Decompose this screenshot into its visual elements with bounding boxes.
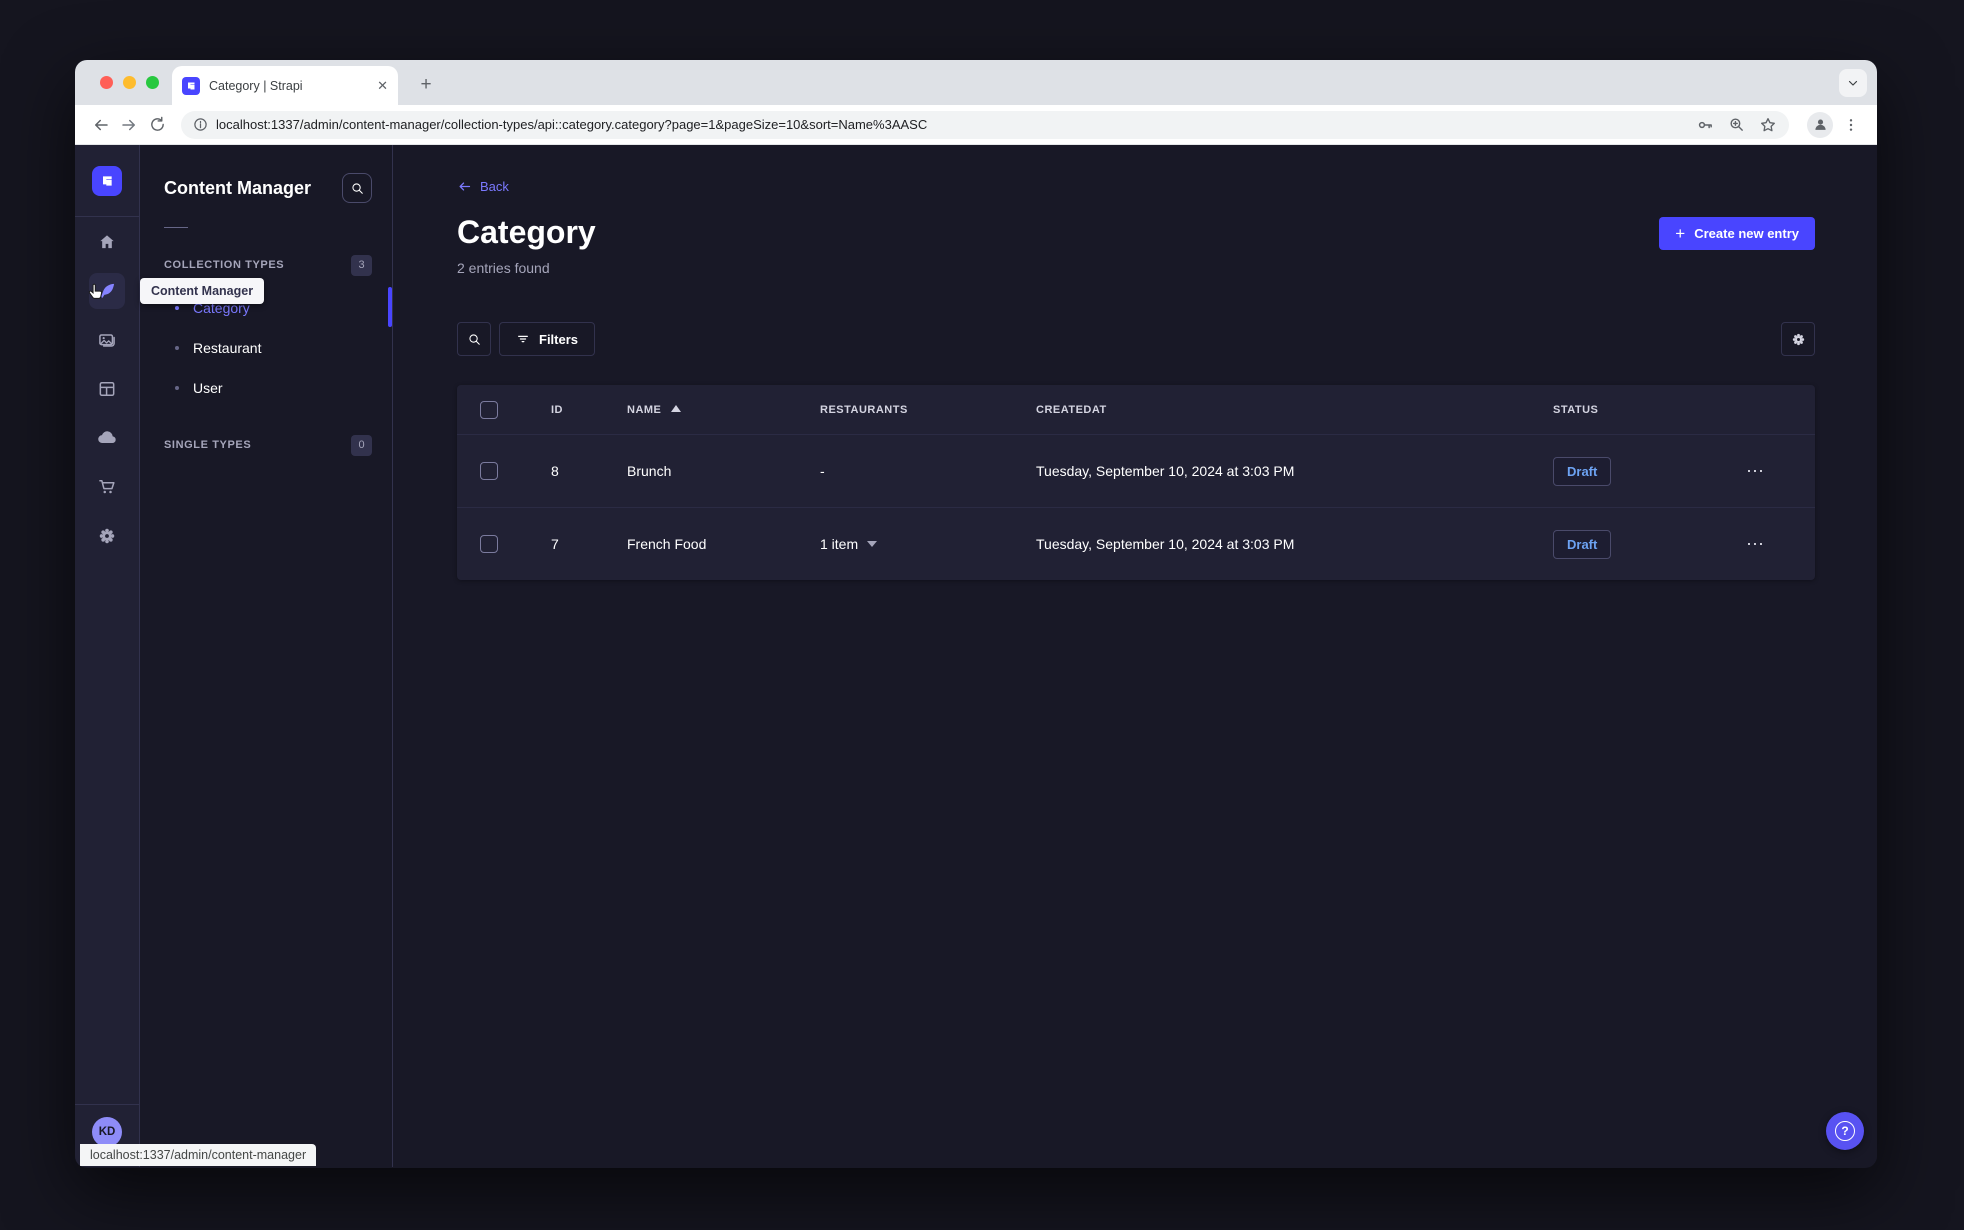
tab-search-chevron-button[interactable] (1839, 69, 1867, 97)
table-row[interactable]: 8 Brunch - Tuesday, September 10, 2024 a… (457, 434, 1815, 507)
subnav-item-user[interactable]: User (140, 368, 392, 408)
collection-types-label: COLLECTION TYPES (164, 259, 285, 271)
browser-toolbar: localhost:1337/admin/content-manager/col… (75, 105, 1877, 145)
collection-types-count-badge: 3 (351, 254, 372, 276)
browser-menu-icon[interactable] (1837, 111, 1865, 139)
cell-id: 7 (551, 536, 559, 553)
column-header-name[interactable]: NAME (609, 404, 802, 416)
bullet-icon (175, 386, 179, 390)
help-button[interactable]: ? (1826, 1112, 1864, 1150)
browser-tab[interactable]: Category | Strapi ✕ (172, 66, 398, 105)
home-icon[interactable] (89, 224, 125, 260)
subnav-item-label: Restaurant (193, 340, 262, 356)
create-new-entry-button[interactable]: + Create new entry (1659, 217, 1815, 250)
subnav-search-button[interactable] (342, 173, 372, 203)
subnav-item-restaurant[interactable]: Restaurant (140, 328, 392, 368)
maximize-button[interactable] (146, 76, 159, 89)
cell-restaurants: - (820, 463, 825, 480)
status-badge: Draft (1553, 456, 1612, 486)
single-types-label: SINGLE TYPES (164, 439, 252, 451)
content-manager-tooltip: Content Manager (140, 278, 265, 304)
logo-section (75, 145, 139, 217)
search-button[interactable] (457, 322, 491, 357)
password-key-icon[interactable] (1696, 116, 1714, 134)
row-actions-menu-icon[interactable]: ⋯ (1718, 534, 1815, 555)
cell-createdat: Tuesday, September 10, 2024 at 3:03 PM (1036, 463, 1295, 480)
row-checkbox[interactable] (480, 535, 498, 554)
new-tab-button[interactable]: + (413, 72, 439, 98)
back-button[interactable] (87, 111, 115, 139)
browser-profile-icon[interactable] (1807, 111, 1833, 138)
column-header-id[interactable]: ID (533, 404, 609, 416)
column-header-createdat[interactable]: CREATEDAT (1018, 404, 1535, 416)
content-type-builder-icon[interactable] (89, 371, 125, 407)
filter-icon (518, 335, 528, 343)
row-checkbox[interactable] (480, 462, 498, 481)
question-mark-icon: ? (1835, 1121, 1855, 1141)
subnav-title: Content Manager (164, 177, 312, 198)
page-title: Category (457, 214, 596, 250)
bullet-icon (175, 346, 179, 350)
bookmark-star-icon[interactable] (1759, 116, 1777, 134)
status-badge: Draft (1553, 529, 1612, 559)
divider (164, 227, 188, 228)
forward-button[interactable] (115, 111, 143, 139)
table-header-row: ID NAME RESTAURANTS CREATEDAT STATUS (457, 385, 1815, 434)
plus-icon: + (1675, 224, 1686, 243)
user-avatar[interactable]: KD (92, 1117, 122, 1147)
close-button[interactable] (100, 76, 113, 89)
media-library-icon[interactable] (89, 322, 125, 358)
tab-title: Category | Strapi (209, 78, 303, 93)
entries-count: 2 entries found (457, 260, 550, 277)
create-button-label: Create new entry (1694, 226, 1799, 241)
strapi-admin: KD Content Manager COLLECTION TYPES 3 Ca… (75, 145, 1877, 1167)
filters-button[interactable]: Filters (499, 322, 596, 357)
table-row[interactable]: 7 French Food 1 item Tuesday, September … (457, 507, 1815, 580)
view-settings-button[interactable] (1781, 322, 1815, 357)
minimize-button[interactable] (123, 76, 136, 89)
column-header-status[interactable]: STATUS (1535, 404, 1718, 416)
filters-label: Filters (539, 331, 579, 347)
main-content: Back Category 2 entries found + Create n… (393, 145, 1877, 1167)
sort-ascending-icon (671, 404, 682, 412)
entries-table: ID NAME RESTAURANTS CREATEDAT STATUS 8 B… (457, 385, 1815, 581)
column-header-restaurants[interactable]: RESTAURANTS (802, 404, 1018, 416)
cell-name: Brunch (627, 463, 672, 480)
cell-id: 8 (551, 463, 559, 480)
status-link-preview: localhost:1337/admin/content-manager (80, 1144, 317, 1166)
tab-strip: Category | Strapi ✕ + (75, 60, 1877, 105)
mouse-cursor (85, 282, 107, 304)
strapi-favicon-icon (182, 76, 200, 95)
url-bar[interactable]: localhost:1337/admin/content-manager/col… (181, 110, 1789, 139)
row-actions-menu-icon[interactable]: ⋯ (1718, 461, 1815, 482)
strapi-logo-icon[interactable] (92, 165, 122, 196)
reload-button[interactable] (143, 111, 171, 139)
cell-restaurants[interactable]: 1 item (802, 536, 1018, 552)
zoom-icon[interactable] (1728, 116, 1745, 133)
settings-gear-icon[interactable] (89, 518, 125, 554)
active-item-indicator (388, 287, 392, 327)
chevron-down-icon (867, 541, 878, 548)
tab-close-icon[interactable]: ✕ (377, 78, 388, 94)
site-info-icon[interactable] (193, 117, 208, 132)
back-link[interactable]: Back (457, 179, 509, 194)
url-text[interactable]: localhost:1337/admin/content-manager/col… (216, 117, 1688, 132)
single-types-count-badge: 0 (351, 434, 372, 456)
window-controls (100, 76, 159, 89)
marketplace-cart-icon[interactable] (89, 469, 125, 505)
cell-createdat: Tuesday, September 10, 2024 at 3:03 PM (1036, 536, 1295, 553)
single-types-section: SINGLE TYPES 0 (140, 434, 392, 456)
select-all-checkbox[interactable] (480, 400, 498, 419)
subnav-item-label: User (193, 380, 223, 396)
collection-types-section: COLLECTION TYPES 3 (140, 254, 392, 276)
back-label: Back (480, 179, 509, 194)
cloud-icon[interactable] (89, 420, 125, 456)
bullet-icon (175, 306, 179, 310)
browser-window: Category | Strapi ✕ + localhost:1337/adm… (75, 60, 1877, 1168)
cell-name: French Food (627, 536, 707, 553)
